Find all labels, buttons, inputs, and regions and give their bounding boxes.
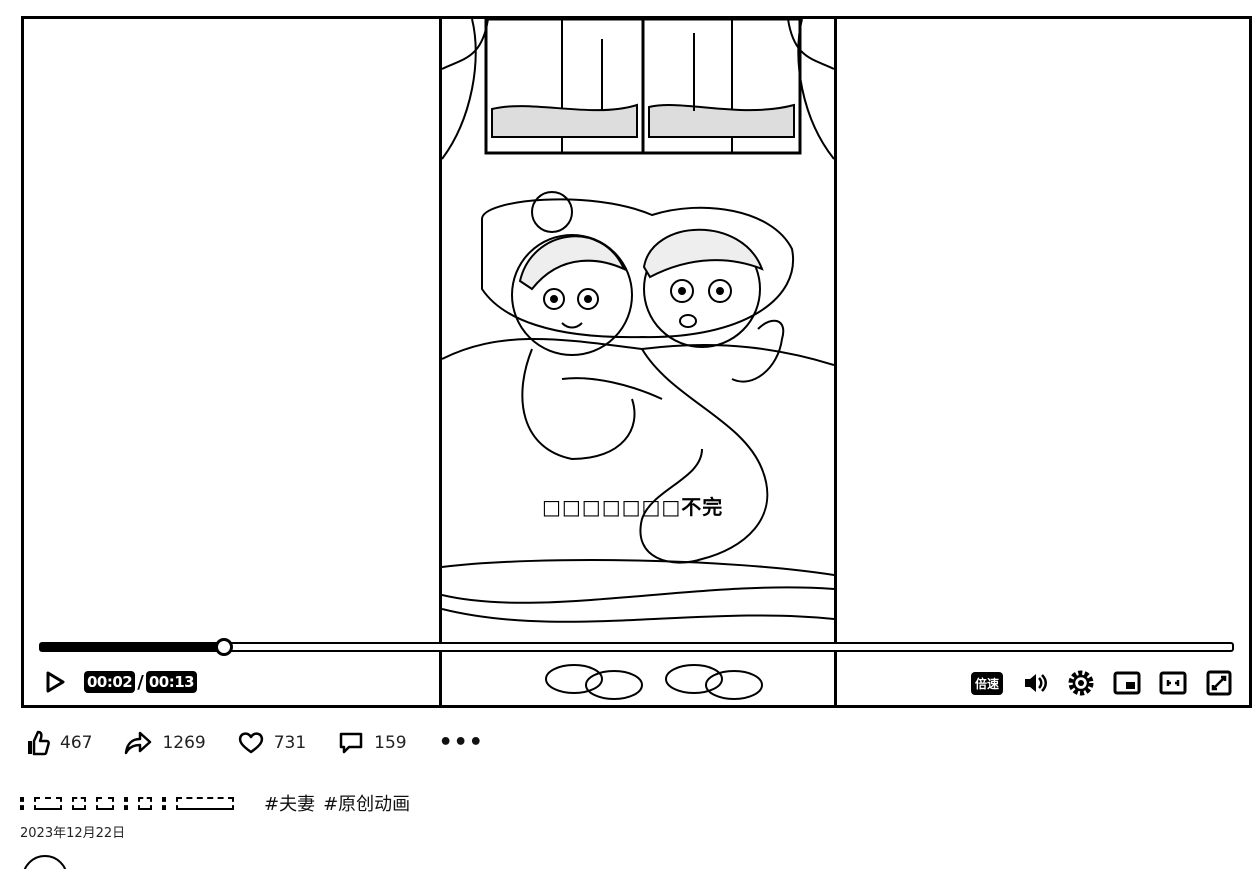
redacted-glyph — [138, 796, 152, 810]
picture-in-picture-button[interactable] — [1113, 669, 1141, 697]
controls-right: 倍速 — [970, 669, 1233, 697]
progress-handle[interactable] — [215, 638, 234, 656]
post-caption: #夫妻 #原创动画 — [20, 790, 410, 816]
engagement-bar: 467 1269 731 159 ••• — [26, 730, 484, 756]
play-button[interactable] — [42, 669, 68, 695]
total-time: 00:13 — [145, 671, 198, 693]
like-count: 467 — [60, 733, 93, 753]
progress-played — [41, 644, 225, 650]
redacted-glyph — [124, 796, 128, 810]
share-button[interactable]: 1269 — [124, 731, 206, 755]
comment-icon — [339, 732, 363, 754]
video-post-page: □□□□□□□不完 00:02 / 00:13 倍速 467 1269 731 … — [0, 0, 1255, 869]
favorite-button[interactable]: 731 — [238, 731, 306, 755]
avatar[interactable] — [22, 855, 68, 869]
redacted-glyph — [34, 796, 62, 810]
player-controls: 00:02 / 00:13 倍速 — [24, 659, 1249, 705]
caption-redacted-text — [20, 796, 234, 810]
play-icon — [46, 671, 65, 693]
widescreen-button[interactable] — [1159, 669, 1187, 697]
picture-in-picture-icon — [1113, 671, 1141, 695]
controls-left: 00:02 / 00:13 — [42, 669, 198, 695]
fullscreen-button[interactable] — [1205, 669, 1233, 697]
favorite-count: 731 — [273, 733, 307, 753]
redacted-glyph — [162, 796, 166, 810]
video-player[interactable]: □□□□□□□不完 00:02 / 00:13 倍速 — [21, 16, 1252, 708]
hashtag-link[interactable]: #原创动画 — [323, 790, 410, 816]
like-button[interactable]: 467 — [26, 730, 92, 756]
time-display: 00:02 / 00:13 — [84, 671, 198, 693]
redacted-glyph — [72, 796, 86, 810]
time-separator: / — [137, 671, 144, 693]
hashtag-link[interactable]: #夫妻 — [264, 790, 315, 816]
thumbs-up-icon — [28, 730, 50, 756]
heart-icon — [238, 732, 263, 754]
more-dots-icon[interactable]: ••• — [439, 732, 484, 754]
settings-button[interactable] — [1067, 669, 1095, 697]
share-count: 1269 — [162, 733, 206, 753]
post-date: 2023年12月22日 — [20, 826, 126, 841]
redacted-glyph — [96, 796, 114, 810]
volume-icon — [1025, 674, 1047, 692]
volume-button[interactable] — [1021, 669, 1049, 697]
video-subtitle: □□□□□□□不完 — [542, 495, 724, 519]
comment-count: 159 — [374, 733, 407, 753]
share-arrow-icon — [125, 731, 152, 755]
gear-icon — [1068, 670, 1094, 696]
fullscreen-icon — [1206, 670, 1232, 696]
right-letterbox-edge — [834, 19, 837, 705]
progress-bar[interactable] — [39, 638, 1234, 656]
video-frame[interactable]: □□□□□□□不完 — [442, 19, 834, 705]
comment-button[interactable]: 159 — [338, 731, 407, 755]
widescreen-icon — [1159, 671, 1187, 695]
redacted-glyph — [176, 796, 234, 810]
cartoon-couple-illustration — [442, 19, 834, 700]
redacted-glyph — [20, 796, 24, 810]
playback-speed-button[interactable]: 倍速 — [970, 671, 1003, 695]
current-time: 00:02 — [84, 671, 136, 693]
